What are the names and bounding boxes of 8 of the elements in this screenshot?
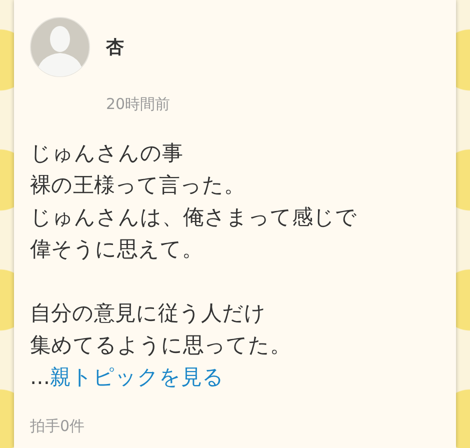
author-name: 杏 bbox=[106, 36, 124, 59]
post-time: 20時間前 bbox=[106, 94, 172, 115]
post-text: 自分の意見に従う人だけ 集めてるように思ってた。 bbox=[30, 300, 292, 359]
ellipsis-text: ... bbox=[30, 365, 50, 389]
post-text: じゅんさんの事 裸の王様って言った。 じゅんさんは、俺さまって感じで 偉そうに思えて。 bbox=[30, 140, 358, 263]
clap-count: 拍手0件 bbox=[30, 417, 86, 436]
parent-topic-link[interactable]: 親トピックを見る bbox=[50, 365, 224, 389]
avatar-icon bbox=[30, 17, 90, 77]
